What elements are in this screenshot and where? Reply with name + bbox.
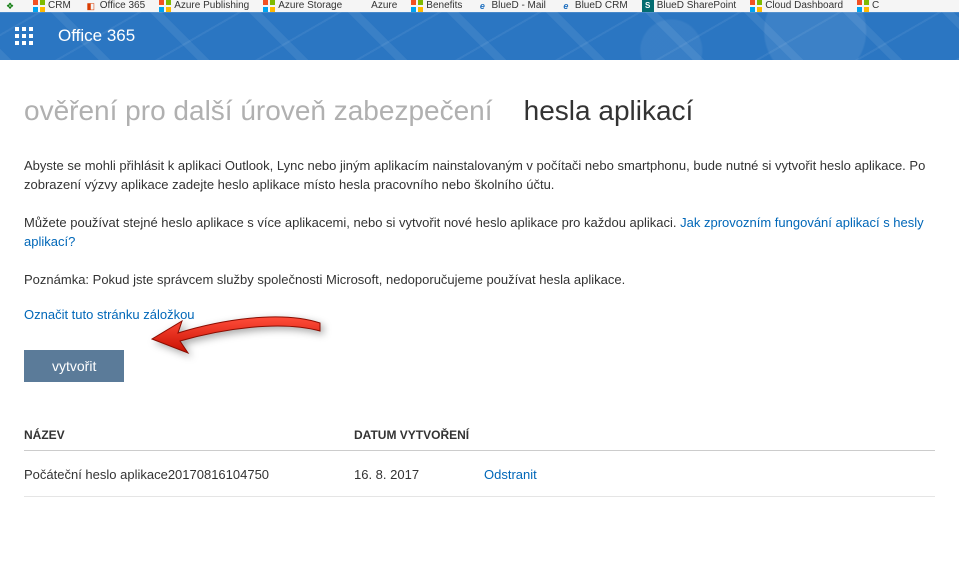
bookmark-icon [33, 0, 45, 12]
bookmark-label: C [872, 1, 879, 11]
bookmark-item[interactable]: ◧Office 365 [85, 0, 145, 12]
page-title: ověření pro další úroveň zabezpečení hes… [24, 94, 935, 128]
col-date-header: DATUM VYTVOŘENÍ [354, 418, 484, 451]
bookmark-item[interactable]: ❖ [4, 0, 19, 12]
app-passwords-table: NÁZEV DATUM VYTVOŘENÍ Počáteční heslo ap… [24, 418, 935, 497]
intro-paragraph-2-text: Můžete používat stejné heslo aplikace s … [24, 215, 680, 230]
bookmark-icon [411, 0, 423, 12]
cell-date: 16. 8. 2017 [354, 451, 484, 497]
bookmark-icon [857, 0, 869, 12]
cell-action: Odstranit [484, 451, 935, 497]
bookmark-label: Office 365 [100, 1, 145, 11]
intro-paragraph-2: Můžete používat stejné heslo aplikace s … [24, 213, 934, 252]
table-row: Počáteční heslo aplikace2017081610475016… [24, 451, 935, 497]
bookmark-item[interactable]: eBlueD - Mail [476, 0, 545, 12]
bookmark-page-link[interactable]: Označit tuto stránku záložkou [24, 307, 935, 322]
bookmark-icon: e [560, 0, 572, 12]
bookmark-icon [263, 0, 275, 12]
delete-link[interactable]: Odstranit [484, 467, 537, 482]
bookmark-item[interactable]: Azure Storage [263, 0, 342, 12]
intro-paragraph-3: Poznámka: Pokud jste správcem služby spo… [24, 270, 934, 290]
bookmark-label: BlueD SharePoint [657, 1, 737, 11]
bookmark-label: BlueD CRM [575, 1, 628, 11]
bookmark-item[interactable]: CRM [33, 0, 71, 12]
intro-paragraph-1: Abyste se mohli přihlásit k aplikaci Out… [24, 156, 934, 195]
col-action-header [484, 418, 935, 451]
bookmark-label: Azure Storage [278, 1, 342, 11]
page-title-active: hesla aplikací [524, 95, 694, 126]
page-content: ověření pro další úroveň zabezpečení hes… [0, 60, 959, 497]
create-button[interactable]: vytvořit [24, 350, 124, 382]
bookmark-label: Cloud Dashboard [765, 1, 843, 11]
bookmark-icon [750, 0, 762, 12]
col-name-header: NÁZEV [24, 418, 354, 451]
bookmark-icon: S [642, 0, 654, 12]
bookmark-label: Azure [371, 1, 397, 11]
o365-product-name: Office 365 [58, 26, 135, 46]
browser-bookmarks-bar: ❖ CRM ◧Office 365 Azure Publishing Azure Sto… [0, 0, 959, 12]
bookmark-label: BlueD - Mail [491, 1, 545, 11]
bookmark-icon [356, 0, 368, 12]
bookmark-item[interactable]: Cloud Dashboard [750, 0, 843, 12]
bookmark-label: Azure Publishing [174, 1, 249, 11]
o365-header: Office 365 [0, 12, 959, 60]
bookmark-item[interactable]: Azure Publishing [159, 0, 249, 12]
bookmark-label: Benefits [426, 1, 462, 11]
bookmark-item[interactable]: eBlueD CRM [560, 0, 628, 12]
bookmark-item[interactable]: Azure [356, 0, 397, 12]
cell-name: Počáteční heslo aplikace20170816104750 [24, 451, 354, 497]
page-title-dim: ověření pro další úroveň zabezpečení [24, 95, 493, 126]
bookmark-label: CRM [48, 1, 71, 11]
waffle-icon [15, 27, 33, 45]
bookmark-icon: ❖ [4, 0, 16, 12]
bookmark-icon: e [476, 0, 488, 12]
bookmark-icon: ◧ [85, 0, 97, 12]
bookmark-item[interactable]: Benefits [411, 0, 462, 12]
app-launcher-button[interactable] [0, 12, 48, 60]
bookmark-icon [159, 0, 171, 12]
bookmark-item[interactable]: C [857, 0, 879, 12]
bookmark-item[interactable]: SBlueD SharePoint [642, 0, 737, 12]
table-header-row: NÁZEV DATUM VYTVOŘENÍ [24, 418, 935, 451]
